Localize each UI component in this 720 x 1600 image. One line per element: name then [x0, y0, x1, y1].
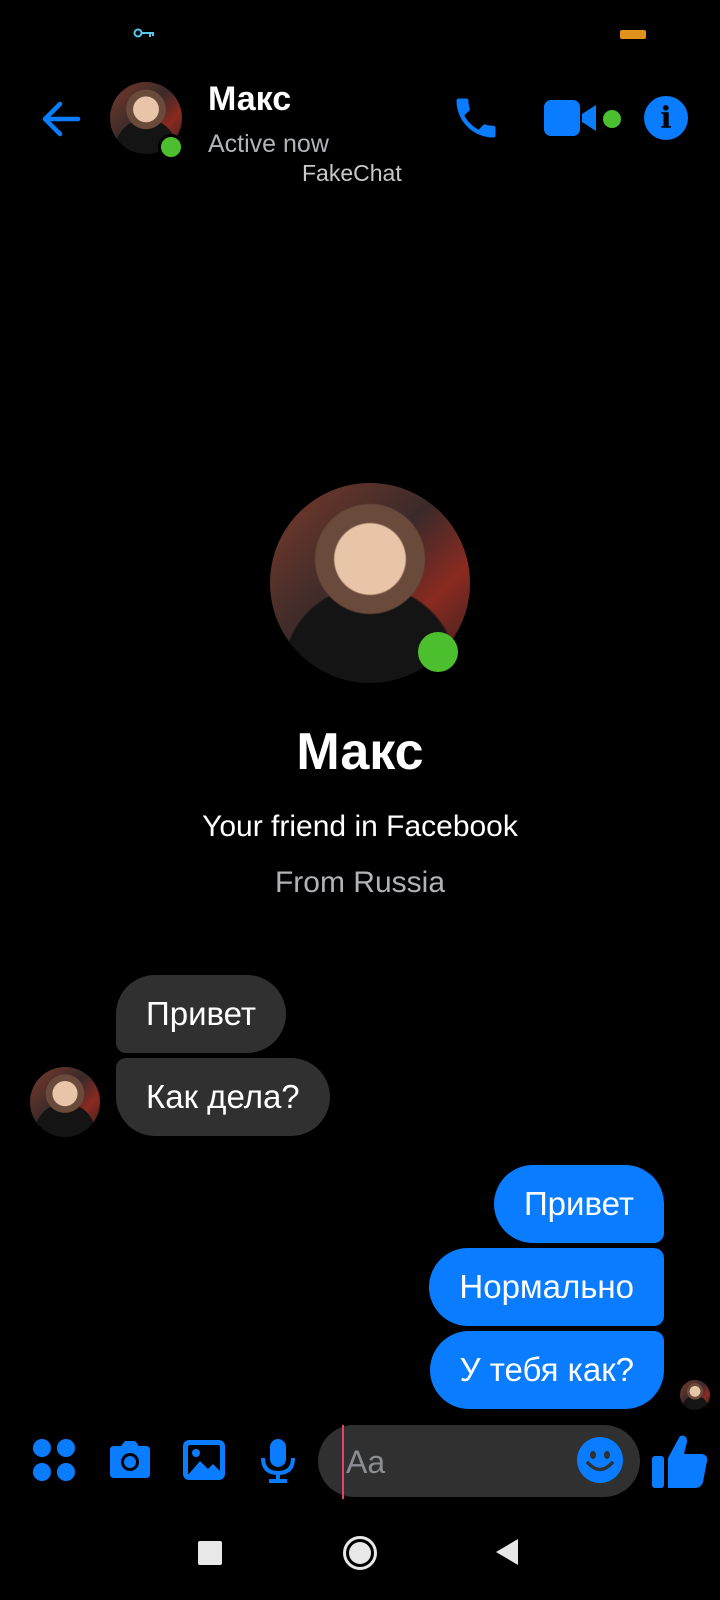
apps-button[interactable]	[30, 1436, 78, 1484]
recent-apps-icon[interactable]	[198, 1541, 222, 1565]
contact-status: Active now	[208, 130, 329, 158]
thumbs-up-icon	[652, 1435, 708, 1488]
outgoing-message-group: Привет Нормально У тебя как?	[429, 1165, 664, 1409]
video-online-dot	[603, 110, 621, 128]
battery-icon	[620, 30, 646, 39]
profile-location: From Russia	[274, 866, 446, 899]
profile-online-indicator	[418, 632, 458, 672]
sender-avatar[interactable]	[30, 1067, 100, 1137]
voice-message-button[interactable]	[254, 1436, 302, 1484]
incoming-message[interactable]: Привет	[116, 975, 287, 1053]
apps-grid-icon	[33, 1439, 75, 1481]
outgoing-message[interactable]: У тебя как?	[429, 1331, 664, 1409]
video-call-button[interactable]	[544, 98, 600, 138]
gallery-button[interactable]	[180, 1436, 228, 1484]
video-camera-icon	[544, 100, 596, 136]
seen-receipt-avatar	[680, 1380, 710, 1410]
back-arrow-icon	[42, 101, 81, 137]
emoji-icon	[577, 1437, 623, 1483]
microphone-icon	[261, 1439, 295, 1483]
profile-name: Макс	[296, 723, 424, 781]
info-icon: i	[660, 100, 672, 136]
profile-subtitle: Your friend in Facebook	[202, 810, 518, 843]
like-button[interactable]	[650, 1430, 710, 1490]
contact-name[interactable]: Макс	[208, 80, 291, 119]
outgoing-message[interactable]: Привет	[493, 1165, 664, 1243]
audio-call-button[interactable]	[450, 92, 502, 144]
phone-icon	[456, 98, 496, 138]
camera-icon	[110, 1441, 150, 1478]
message-input[interactable]	[342, 1425, 558, 1499]
header-online-indicator	[158, 134, 184, 160]
back-triangle-icon[interactable]	[494, 1537, 520, 1567]
outgoing-message[interactable]: Нормально	[429, 1248, 664, 1326]
back-button[interactable]	[38, 96, 84, 142]
key-icon	[133, 28, 154, 38]
home-icon[interactable]	[342, 1535, 378, 1571]
image-icon	[183, 1440, 225, 1480]
watermark-label: FakeChat	[302, 160, 402, 186]
info-button[interactable]: i	[644, 96, 688, 140]
camera-button[interactable]	[106, 1436, 154, 1484]
emoji-button[interactable]	[576, 1436, 624, 1484]
incoming-message[interactable]: Как дела?	[116, 1058, 330, 1136]
